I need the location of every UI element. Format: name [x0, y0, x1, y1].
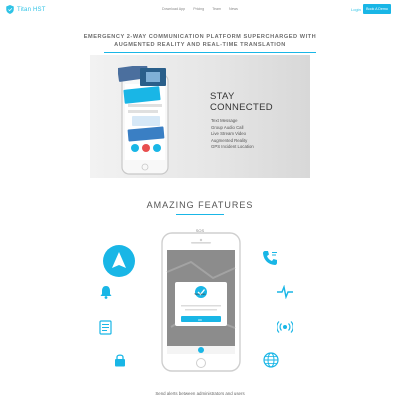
features-title: AMAZING FEATURES	[146, 200, 254, 210]
lock-icon	[115, 354, 125, 367]
nav-link-news[interactable]: News	[229, 7, 238, 11]
bell-icon	[100, 286, 112, 299]
heartbeat-icon	[277, 285, 293, 299]
nav-link-pricing[interactable]: Pricing	[193, 7, 204, 11]
login-link[interactable]: Login	[351, 7, 361, 12]
book-demo-button[interactable]: Book A Demo	[363, 4, 391, 14]
hero-headline-line2: AUGMENTED REALITY AND REAL-TIME TRANSLAT…	[114, 42, 286, 48]
hero-headline-line1: EMERGENCY 2-WAY COMMUNICATION PLATFORM S…	[83, 34, 317, 40]
broadcast-icon	[277, 321, 293, 333]
stay-connected-title: STAY CONNECTED	[210, 91, 273, 113]
stay-title-line2: CONNECTED	[210, 102, 273, 113]
shield-logo-icon	[6, 5, 14, 14]
features-caption: Send alerts between administrators and u…	[155, 391, 245, 396]
phone-header-sos: SOS	[195, 228, 205, 233]
phone-icon	[263, 251, 277, 265]
alert-triangle-icon	[103, 245, 135, 277]
hero-phone-illustration	[118, 66, 169, 175]
hero-feature-list: Text Message Group Audio Call Live Strea…	[211, 118, 254, 151]
stay-title-line1: STAY	[210, 91, 235, 102]
list-item: GPS Incident Location	[211, 144, 254, 149]
modal-ok-button[interactable]: OK	[188, 318, 212, 322]
top-nav: Titan HST Download App Pricing Team News…	[0, 0, 400, 20]
globe-icon	[263, 352, 279, 368]
hero-divider	[104, 52, 316, 53]
hero-headline: EMERGENCY 2-WAY COMMUNICATION PLATFORM S…	[82, 33, 318, 49]
document-icon	[99, 320, 112, 335]
modal-title: Success	[194, 292, 206, 296]
nav-link-download-app[interactable]: Download App	[162, 7, 185, 11]
features-phone-illustration	[161, 232, 241, 372]
features-divider	[176, 214, 224, 215]
nav-links: Download App Pricing Team News	[162, 7, 238, 11]
brand-name: Titan HST	[17, 6, 46, 13]
brand-logo[interactable]: Titan HST	[6, 5, 46, 14]
nav-link-team[interactable]: Team	[212, 7, 221, 11]
